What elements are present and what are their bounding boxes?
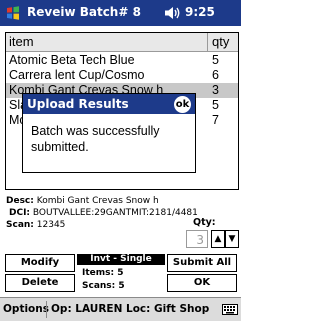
title-bar: Reveiw Batch# 8 9:25 bbox=[0, 0, 241, 26]
row-qty: 7 bbox=[212, 113, 219, 127]
scan-label: Scan: bbox=[6, 220, 34, 230]
status-panel: Invt - Single Items: 5 Scans: 5 bbox=[77, 254, 165, 294]
list-header: item qty bbox=[6, 33, 238, 52]
modify-button[interactable]: Modify bbox=[5, 254, 75, 272]
scan-line: Scan: 12345 bbox=[6, 220, 65, 230]
row-item-name: Carrera lent Cup/Cosmo bbox=[9, 68, 145, 82]
submit-all-button[interactable]: Submit All bbox=[167, 254, 237, 272]
window-title: Reveiw Batch# 8 bbox=[27, 5, 141, 19]
qty-label: Qty: bbox=[193, 217, 216, 228]
column-header-item[interactable]: item bbox=[6, 33, 208, 51]
menu-bar: Options Op: LAUREN Loc: Gift Shop bbox=[0, 297, 241, 321]
scans-value: 5 bbox=[118, 281, 125, 291]
row-qty: 3 bbox=[212, 83, 219, 97]
status-mode: Invt - Single bbox=[77, 254, 165, 265]
desc-label: Desc: bbox=[6, 196, 34, 206]
dci-label: DCI: bbox=[9, 208, 31, 218]
triangle-up-icon: ▲ bbox=[214, 234, 222, 244]
row-qty: 5 bbox=[212, 53, 219, 67]
row-qty: 5 bbox=[212, 98, 219, 112]
upload-results-dialog: Upload Results ok Batch was successfully… bbox=[22, 93, 196, 173]
speaker-icon[interactable] bbox=[164, 6, 182, 20]
scans-count: Scans: 5 bbox=[82, 281, 125, 291]
list-row[interactable]: Carrera lent Cup/Cosmo 6 bbox=[6, 68, 238, 83]
row-qty: 6 bbox=[212, 68, 219, 82]
dialog-ok-button[interactable]: ok bbox=[174, 96, 191, 113]
triangle-down-icon: ▼ bbox=[228, 234, 236, 244]
scans-label: Scans: bbox=[82, 281, 116, 291]
menu-separator bbox=[46, 301, 47, 318]
dci-line: DCI: BOUTVALLEE:29GANTMIT:2181/4481 bbox=[9, 208, 198, 218]
desc-line: Desc: Kombi Gant Crevas Snow h bbox=[6, 196, 159, 206]
items-value: 5 bbox=[117, 268, 124, 278]
list-row[interactable]: Atomic Beta Tech Blue 5 bbox=[6, 53, 238, 68]
column-header-qty[interactable]: qty bbox=[209, 33, 238, 51]
qty-up-button[interactable]: ▲ bbox=[211, 230, 225, 248]
keyboard-icon[interactable] bbox=[222, 301, 238, 317]
dialog-title-bar: Upload Results ok bbox=[23, 94, 195, 114]
qty-field[interactable]: 3 bbox=[186, 230, 208, 248]
dci-value: BOUTVALLEE:29GANTMIT:2181/4481 bbox=[32, 208, 198, 218]
options-menu[interactable]: Options bbox=[3, 303, 49, 315]
dialog-title: Upload Results bbox=[27, 97, 129, 111]
ok-button[interactable]: OK bbox=[167, 274, 237, 292]
operator-location: Op: LAUREN Loc: Gift Shop bbox=[51, 303, 210, 315]
dialog-message: Batch was successfully submitted. bbox=[31, 124, 160, 154]
row-item-name: Atomic Beta Tech Blue bbox=[9, 53, 135, 67]
clock[interactable]: 9:25 bbox=[185, 5, 215, 19]
desc-value: Kombi Gant Crevas Snow h bbox=[36, 196, 159, 206]
items-count: Items: 5 bbox=[82, 268, 124, 278]
delete-button[interactable]: Delete bbox=[5, 274, 75, 292]
windows-flag-icon[interactable] bbox=[3, 3, 23, 23]
items-label: Items: bbox=[82, 268, 115, 278]
scan-value: 12345 bbox=[36, 220, 66, 230]
qty-down-button[interactable]: ▼ bbox=[225, 230, 239, 248]
